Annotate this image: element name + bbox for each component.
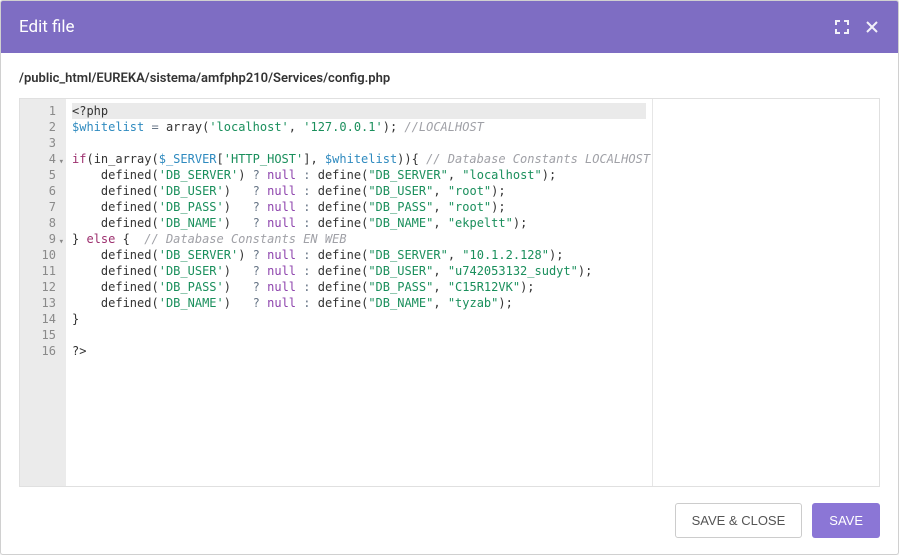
modal-header: Edit file: [1, 1, 898, 53]
line-number: 12: [20, 279, 60, 295]
code-area[interactable]: <?php$whitelist = array('localhost', '12…: [66, 99, 652, 486]
modal-footer: SAVE & CLOSE SAVE: [1, 487, 898, 554]
save-and-close-button[interactable]: SAVE & CLOSE: [675, 503, 803, 538]
modal-body: /public_html/EUREKA/sistema/amfphp210/Se…: [1, 53, 898, 487]
line-number: 1: [20, 103, 60, 119]
line-number: 9▾: [20, 231, 60, 247]
header-actions: [834, 19, 880, 35]
edit-file-modal: Edit file /public_html/EUREKA/sistema/am…: [0, 0, 899, 555]
code-line[interactable]: } else { // Database Constants EN WEB: [72, 231, 646, 247]
line-number: 3: [20, 135, 60, 151]
code-line[interactable]: defined('DB_NAME') ? null : define("DB_N…: [72, 215, 646, 231]
code-line[interactable]: defined('DB_PASS') ? null : define("DB_P…: [72, 199, 646, 215]
line-number: 4▾: [20, 151, 60, 167]
line-number: 10: [20, 247, 60, 263]
line-number: 6: [20, 183, 60, 199]
code-line[interactable]: defined('DB_SERVER') ? null : define("DB…: [72, 247, 646, 263]
expand-icon[interactable]: [834, 19, 850, 35]
line-number: 7: [20, 199, 60, 215]
modal-title: Edit file: [19, 17, 75, 37]
line-gutter: 1234▾56789▾10111213141516: [20, 99, 66, 486]
line-number: 15: [20, 327, 60, 343]
file-path: /public_html/EUREKA/sistema/amfphp210/Se…: [19, 71, 880, 86]
code-line[interactable]: defined('DB_USER') ? null : define("DB_U…: [72, 263, 646, 279]
line-number: 5: [20, 167, 60, 183]
code-line[interactable]: <?php: [72, 103, 646, 119]
code-line[interactable]: ?>: [72, 343, 646, 359]
editor-blank: [652, 99, 879, 486]
line-number: 8: [20, 215, 60, 231]
code-line[interactable]: defined('DB_PASS') ? null : define("DB_P…: [72, 279, 646, 295]
code-line[interactable]: [72, 135, 646, 151]
line-number: 11: [20, 263, 60, 279]
code-line[interactable]: defined('DB_NAME') ? null : define("DB_N…: [72, 295, 646, 311]
code-line[interactable]: if(in_array($_SERVER['HTTP_HOST'], $whit…: [72, 151, 646, 167]
code-editor[interactable]: 1234▾56789▾10111213141516 <?php$whitelis…: [19, 98, 880, 487]
save-button[interactable]: SAVE: [812, 503, 880, 538]
code-line[interactable]: defined('DB_SERVER') ? null : define("DB…: [72, 167, 646, 183]
line-number: 2: [20, 119, 60, 135]
code-line[interactable]: defined('DB_USER') ? null : define("DB_U…: [72, 183, 646, 199]
close-icon[interactable]: [864, 19, 880, 35]
code-line[interactable]: }: [72, 311, 646, 327]
code-line[interactable]: $whitelist = array('localhost', '127.0.0…: [72, 119, 646, 135]
line-number: 14: [20, 311, 60, 327]
code-line[interactable]: [72, 327, 646, 343]
line-number: 16: [20, 343, 60, 359]
line-number: 13: [20, 295, 60, 311]
